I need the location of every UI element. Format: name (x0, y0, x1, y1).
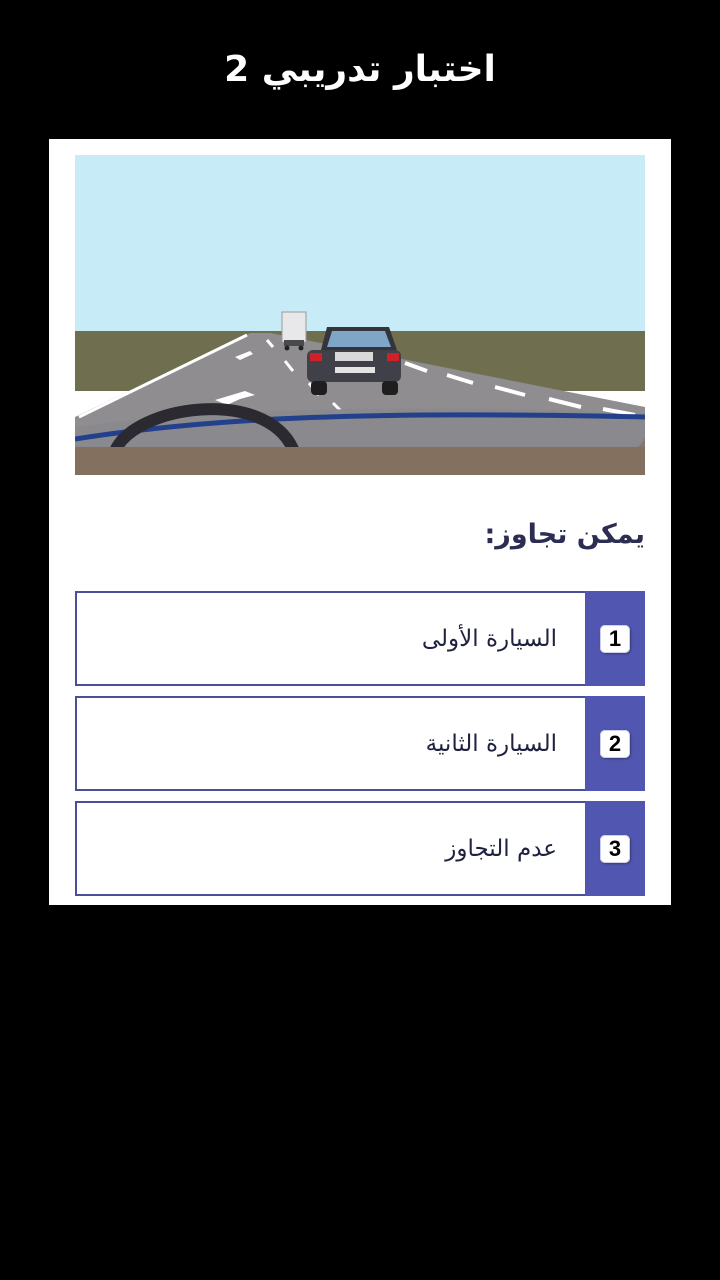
option-number-badge: 3 (600, 834, 630, 863)
option-number-box: 3 (585, 801, 645, 896)
option-number-box: 1 (585, 591, 645, 686)
option-label: السيارة الثانية (425, 730, 557, 757)
option-label: عدم التجاوز (445, 835, 557, 862)
answer-option-1[interactable]: 1 السيارة الأولى (75, 591, 645, 686)
option-number-badge: 1 (600, 624, 630, 653)
option-number-box: 2 (585, 696, 645, 791)
answer-option-2[interactable]: 2 السيارة الثانية (75, 696, 645, 791)
question-text: يمكن تجاوز: (484, 519, 646, 550)
answer-option-3[interactable]: 3 عدم التجاوز (75, 801, 645, 896)
option-label: السيارة الأولى (421, 625, 557, 652)
option-number-badge: 2 (600, 729, 630, 758)
quiz-screen: اختبار تدريبي 2 يمكن تجاوز: 1 السيارة ال… (0, 0, 720, 1280)
road-scene-illustration (75, 155, 645, 475)
question-card: يمكن تجاوز: 1 السيارة الأولى 2 السيارة ا… (49, 139, 671, 905)
page-title: اختبار تدريبي 2 (224, 49, 496, 90)
